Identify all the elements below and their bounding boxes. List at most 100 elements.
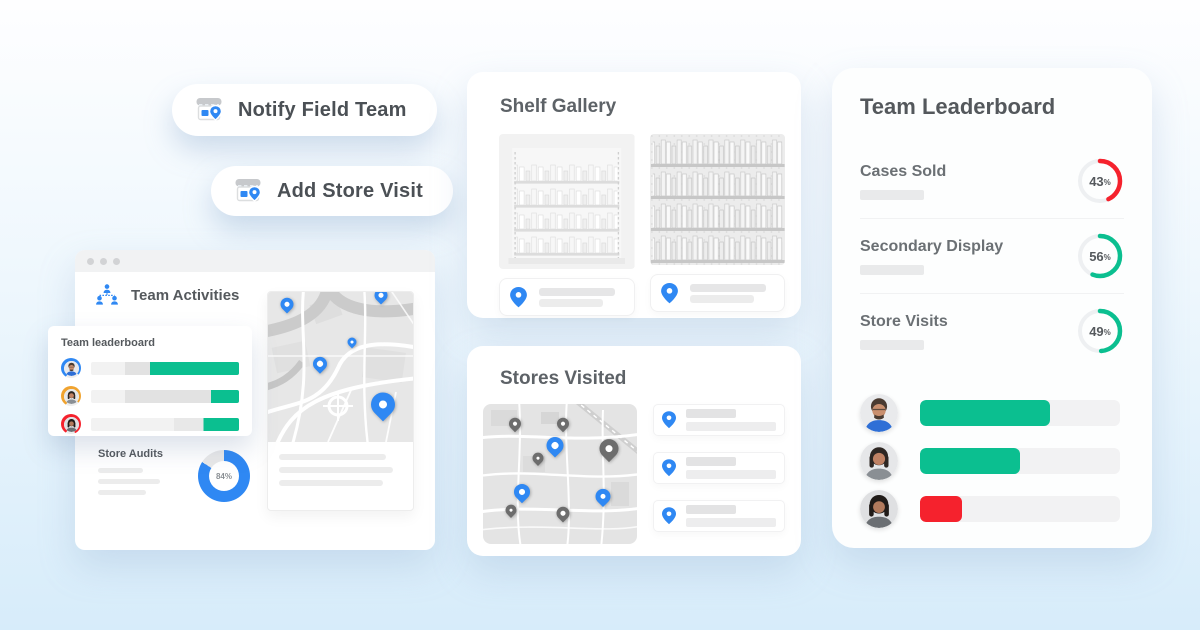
window-dot[interactable]: [100, 258, 107, 265]
members-list: [860, 394, 1124, 528]
avatar-progress-ring: [61, 358, 81, 378]
avatar: [64, 361, 79, 376]
map-pin[interactable]: [533, 452, 544, 463]
leaderboard-row: [61, 414, 239, 434]
map-pin[interactable]: [280, 298, 293, 311]
window-dot[interactable]: [113, 258, 120, 265]
store-list-item[interactable]: [653, 452, 785, 484]
metric-label: Cases Sold: [860, 163, 946, 181]
metric-row: Store Visits 49%: [860, 294, 1124, 368]
shelf-photo: [650, 134, 786, 265]
member-bar-track: [920, 496, 1120, 522]
location-pin-icon: [661, 283, 678, 304]
metric-row: Cases Sold 43%: [860, 144, 1124, 219]
metric-ring: 43%: [1076, 157, 1124, 205]
store-item-text: [686, 505, 776, 527]
notify-field-team-button[interactable]: Notify Field Team: [172, 84, 437, 136]
store-audits-label: Store Audits: [98, 448, 163, 460]
location-pin-icon: [510, 287, 527, 308]
notify-field-team-label: Notify Field Team: [238, 99, 407, 122]
map-pin[interactable]: [596, 489, 611, 504]
placeholder-line: [98, 479, 160, 484]
donut-hole: 84%: [209, 461, 239, 491]
avatar: [64, 389, 79, 404]
activity-map-panel[interactable]: [267, 291, 414, 511]
map-background: [268, 292, 413, 442]
add-store-visit-button[interactable]: Add Store Visit: [211, 166, 453, 216]
placeholder-line: [539, 288, 615, 296]
placeholder-line: [860, 190, 924, 200]
member-row: [860, 490, 1124, 528]
metric-label: Store Visits: [860, 313, 948, 331]
map-pin[interactable]: [557, 507, 570, 520]
placeholder-line: [690, 295, 754, 303]
metric-ring: 56%: [1076, 232, 1124, 280]
member-bar-track: [920, 448, 1120, 474]
metric-label: Secondary Display: [860, 238, 1003, 256]
stores-visited-title: Stores Visited: [500, 368, 785, 390]
placeholder-line: [690, 284, 766, 292]
map-pin[interactable]: [348, 338, 357, 347]
location-pin-icon: [662, 507, 676, 525]
metric-info: Store Visits: [860, 313, 948, 350]
shelf-gallery-grid: [483, 134, 785, 316]
store-pin-icon: [233, 177, 263, 205]
store-item-text: [686, 457, 776, 479]
metric-info: Secondary Display: [860, 238, 1003, 275]
metric-info: Cases Sold: [860, 163, 946, 200]
add-store-visit-label: Add Store Visit: [277, 180, 423, 203]
window-header: Team Activities: [95, 283, 239, 307]
map-pin[interactable]: [371, 392, 395, 416]
activity-map[interactable]: [268, 292, 413, 442]
map-panel-notes: [268, 442, 413, 486]
mini-leaderboard-card: Team leaderboard: [48, 326, 252, 436]
leaderboard-row: [61, 358, 239, 378]
placeholder-line: [686, 422, 776, 431]
gallery-item[interactable]: [499, 134, 635, 316]
avatar: [64, 417, 79, 432]
placeholder-line: [98, 468, 143, 473]
map-pin[interactable]: [313, 357, 327, 371]
mini-leaderboard-title: Team leaderboard: [61, 337, 239, 349]
member-row: [860, 394, 1124, 432]
location-pin-icon: [662, 459, 676, 477]
metric-row: Secondary Display 56%: [860, 219, 1124, 294]
window-dot[interactable]: [87, 258, 94, 265]
placeholder-line: [860, 340, 924, 350]
avatar: [860, 394, 898, 432]
gallery-item[interactable]: [650, 134, 786, 316]
shelf-location-row[interactable]: [499, 278, 635, 316]
stores-list: [653, 404, 785, 544]
store-list-item[interactable]: [653, 404, 785, 436]
store-pin-icon: [194, 96, 224, 124]
map-pin[interactable]: [505, 504, 516, 515]
map-pin[interactable]: [509, 418, 521, 430]
placeholder-line: [279, 480, 383, 486]
stores-visited-body: [483, 404, 785, 544]
store-audits-section: Store Audits 84%: [98, 448, 163, 501]
map-pin[interactable]: [547, 437, 564, 454]
placeholder-line: [686, 457, 736, 466]
org-chart-icon: [95, 283, 119, 307]
avatar-progress-ring: [61, 386, 81, 406]
placeholder-line: [686, 409, 736, 418]
store-list-item[interactable]: [653, 500, 785, 532]
map-pin[interactable]: [514, 484, 530, 500]
map-pin[interactable]: [600, 439, 619, 458]
placeholder-line: [686, 470, 776, 479]
shelf-location-text: [690, 281, 775, 306]
metric-value: 49%: [1076, 307, 1124, 355]
map-pin[interactable]: [557, 418, 569, 430]
placeholder-line: [98, 490, 146, 495]
progress-bar: [91, 362, 239, 375]
shelf-location-text: [539, 285, 624, 310]
map-pin[interactable]: [375, 292, 388, 302]
donut-value: 84%: [216, 472, 232, 481]
stores-map[interactable]: [483, 404, 637, 544]
member-bar-fill: [920, 400, 1050, 426]
member-bar-track: [920, 400, 1120, 426]
shelf-location-row[interactable]: [650, 274, 786, 312]
page-canvas: Notify Field Team Add Store Visit Team A…: [0, 0, 1200, 630]
metric-value: 43%: [1076, 157, 1124, 205]
placeholder-line: [686, 518, 776, 527]
